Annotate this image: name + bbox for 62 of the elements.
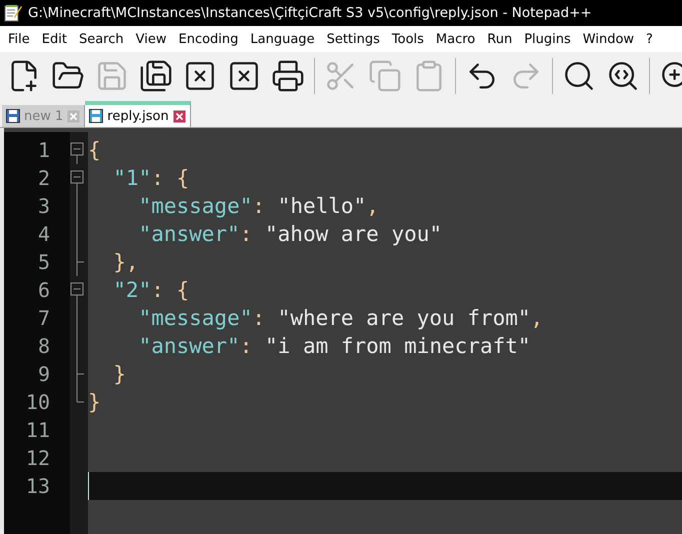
fold-toggle-icon[interactable] [70, 170, 84, 184]
code-token: }, [112, 249, 139, 276]
code-token: : [252, 305, 266, 332]
line-number: 10 [24, 389, 51, 416]
code-token: "answer" [138, 221, 240, 248]
menu-item[interactable]: Window [576, 32, 640, 46]
code-token: "message" [138, 193, 252, 220]
code-token: { [88, 137, 101, 164]
code-token: "ahow are you" [265, 221, 442, 248]
file-tab[interactable]: reply.json [85, 101, 191, 127]
code-token: "answer" [138, 333, 240, 360]
line-number: 8 [36, 333, 51, 360]
code-token: "message" [138, 305, 252, 332]
menu-item[interactable]: Plugins [518, 32, 577, 46]
menu-item[interactable]: File [2, 32, 36, 46]
floppy-icon [89, 109, 104, 123]
menu-item[interactable]: Language [244, 32, 321, 46]
line-number: 13 [24, 473, 51, 500]
tab-label: reply.json [107, 108, 169, 124]
fold-toggle-icon[interactable] [70, 142, 84, 156]
code-token: "i am from minecraft" [265, 333, 531, 360]
menu-item[interactable]: Search [72, 32, 130, 46]
print-icon[interactable] [270, 58, 306, 94]
line-number: 5 [36, 249, 51, 276]
line-number: 3 [36, 193, 51, 220]
line-number: 7 [36, 305, 51, 332]
code-token: "hello" [278, 193, 366, 220]
fold-toggle-icon[interactable] [70, 282, 84, 296]
code-token: : [252, 193, 266, 220]
line-number: 2 [36, 165, 51, 192]
line-number: 1 [36, 137, 51, 164]
fold-end-icon [76, 248, 84, 276]
text-caret [88, 472, 89, 500]
menu-item[interactable]: Tools [386, 32, 430, 46]
code-token: : [240, 333, 254, 360]
window-title: G:\Minecraft\MCInstances\Instances\ÇiftçiCraft S3 v5\config\reply.json - Notepad++ [28, 5, 592, 21]
line-number: 11 [24, 417, 51, 444]
line-number: 9 [36, 361, 51, 388]
menu-item[interactable]: Run [481, 32, 518, 46]
saveall-icon[interactable] [138, 58, 174, 94]
code-token: , [530, 305, 544, 332]
code-token: } [112, 361, 126, 388]
floppy-icon [6, 109, 20, 123]
code-token: : { [151, 165, 190, 192]
code-token: , [366, 193, 379, 220]
notepad-icon [4, 4, 22, 22]
tab-label: new 1 [24, 108, 64, 124]
menu-item[interactable]: Edit [36, 32, 73, 46]
code-token: : { [151, 277, 190, 304]
code-token: : [240, 221, 254, 248]
menu-item[interactable]: Settings [320, 32, 386, 46]
line-number: 12 [24, 445, 51, 472]
line-number: 6 [36, 277, 51, 304]
menu-item[interactable]: ? [640, 32, 659, 46]
code-token: "where are you from" [278, 305, 531, 332]
code-token: } [88, 389, 101, 416]
code-token: "1" [112, 165, 152, 192]
line-number: 4 [36, 221, 51, 248]
menu-item[interactable]: Encoding [172, 32, 244, 46]
menu-item[interactable]: Macro [430, 32, 482, 46]
menu-item[interactable]: View [130, 32, 172, 46]
code-token: "2" [112, 277, 152, 304]
